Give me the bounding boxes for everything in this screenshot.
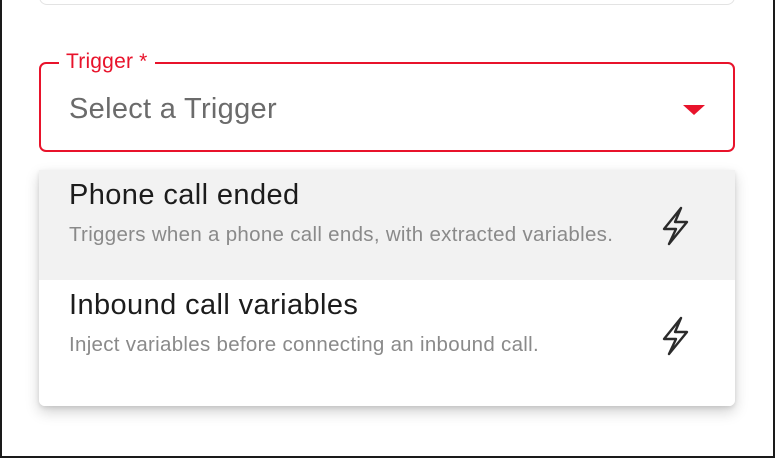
trigger-select[interactable]: Trigger * Select a Trigger — [39, 49, 735, 152]
option-description: Inject variables before connecting an in… — [69, 333, 540, 356]
trigger-option-phone-call-ended[interactable]: Phone call ended Triggers when a phone c… — [39, 170, 735, 280]
trigger-option-inbound-call-variables[interactable]: Inbound call variables Inject variables … — [39, 280, 735, 406]
previous-form-field[interactable] — [39, 0, 735, 5]
dropdown-caret-icon[interactable] — [683, 105, 705, 115]
option-description: Triggers when a phone call ends, with ex… — [69, 223, 614, 246]
option-title: Inbound call variables — [69, 289, 359, 321]
option-title: Phone call ended — [69, 179, 300, 211]
lightning-bolt-icon — [657, 315, 693, 357]
trigger-field-label: Trigger * — [59, 49, 155, 75]
trigger-dropdown-menu: Phone call ended Triggers when a phone c… — [39, 170, 735, 406]
lightning-bolt-icon — [657, 205, 693, 247]
trigger-select-placeholder: Select a Trigger — [69, 93, 277, 125]
